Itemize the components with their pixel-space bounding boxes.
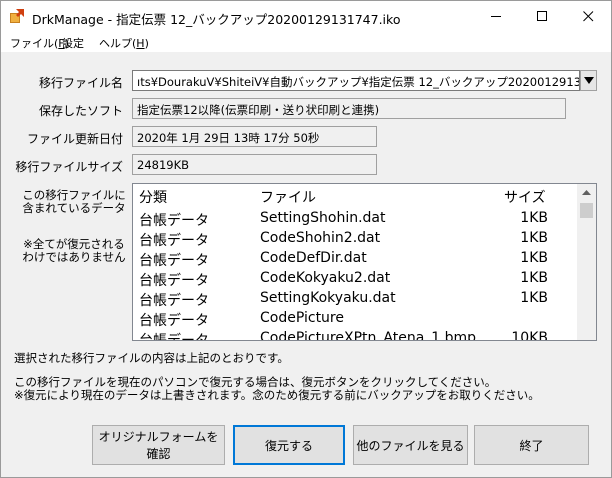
not-all-restored-note: ※全てが復元される わけではありません [22,237,126,264]
menu-settings[interactable]: 設定 [62,35,84,51]
check-original-form-button[interactable]: オリジナルフォームを確認 [92,425,225,465]
menu-help[interactable]: ヘルプ(H) [99,35,149,51]
file-size-label: 移行ファイルサイズ [15,160,123,174]
scrollbar-thumb[interactable] [580,203,593,218]
maximize-button[interactable] [519,1,565,32]
table-row[interactable]: 台帳データ CodeShohin2.dat 1KB [133,229,578,249]
restore-button[interactable]: 復元する [233,425,345,465]
exit-button[interactable]: 終了 [474,425,589,465]
view-other-file-button[interactable]: 他のファイルを見る [353,425,468,465]
menu-file[interactable]: ファイル(F) [10,35,69,51]
column-header-category[interactable]: 分類 [139,187,167,207]
table-row[interactable]: 台帳データ CodeKokyaku2.dat 1KB [133,269,578,289]
migration-file-dropdown-button[interactable] [580,70,597,91]
overwrite-warning: ※復元により現在のデータは上書きされます。念のため復元する前にバックアップをお取… [14,388,540,402]
scroll-up-icon [582,190,591,195]
title-bar[interactable]: DrkManage - 指定伝票 12_バックアップ20200129131747… [1,1,611,32]
list-vertical-scrollbar[interactable] [577,184,596,340]
menu-bar: ファイル(F) 設定 ヘルプ(H) [1,32,611,52]
drkmanage-app-icon [9,8,25,24]
drkmanage-window: DrkManage - 指定伝票 12_バックアップ20200129131747… [0,0,612,478]
file-size-field: 24819KB [132,154,377,175]
migration-file-combobox[interactable]: ıts¥DourakuV¥ShiteiV¥自動バックアップ¥指定伝票 12_バッ… [132,70,580,91]
contained-files-list[interactable]: 分類 ファイル サイズ 台帳データ SettingShohin.dat 1KB … [132,183,597,341]
contained-data-note: この移行ファイルに 含まれているデータ [22,188,126,215]
saved-software-label: 保存したソフト [38,104,123,118]
column-header-size[interactable]: サイズ [504,187,546,207]
migration-file-label: 移行ファイル名 [38,76,123,90]
minimize-button[interactable] [473,1,519,32]
updated-date-field: 2020年 1月 29日 13時 17分 50秒 [132,126,377,147]
maximize-icon [536,11,547,21]
scroll-up-button[interactable] [577,184,596,201]
list-header: 分類 ファイル サイズ [133,184,578,208]
table-row[interactable]: 台帳データ CodeDefDir.dat 1KB [133,249,578,269]
minimize-icon [490,16,501,17]
table-row[interactable]: 台帳データ SettingKokyaku.dat 1KB [133,289,578,309]
close-icon [582,11,593,22]
chevron-down-icon [583,77,594,84]
table-row[interactable]: 台帳データ SettingShohin.dat 1KB [133,209,578,229]
selected-file-info: 選択された移行ファイルの内容は上記のとおりです。 [14,351,289,365]
saved-software-field: 指定伝票12以降(伝票印刷・送り状印刷と連携) [132,98,566,119]
table-row[interactable]: 台帳データ CodePictureXPtn_Atena_1.bmp 10KB [133,329,578,340]
close-button[interactable] [565,1,611,32]
table-row[interactable]: 台帳データ CodePicture [133,309,578,329]
updated-date-label: ファイル更新日付 [26,132,123,146]
window-title: DrkManage - 指定伝票 12_バックアップ20200129131747… [32,12,401,27]
column-header-file[interactable]: ファイル [260,187,316,207]
